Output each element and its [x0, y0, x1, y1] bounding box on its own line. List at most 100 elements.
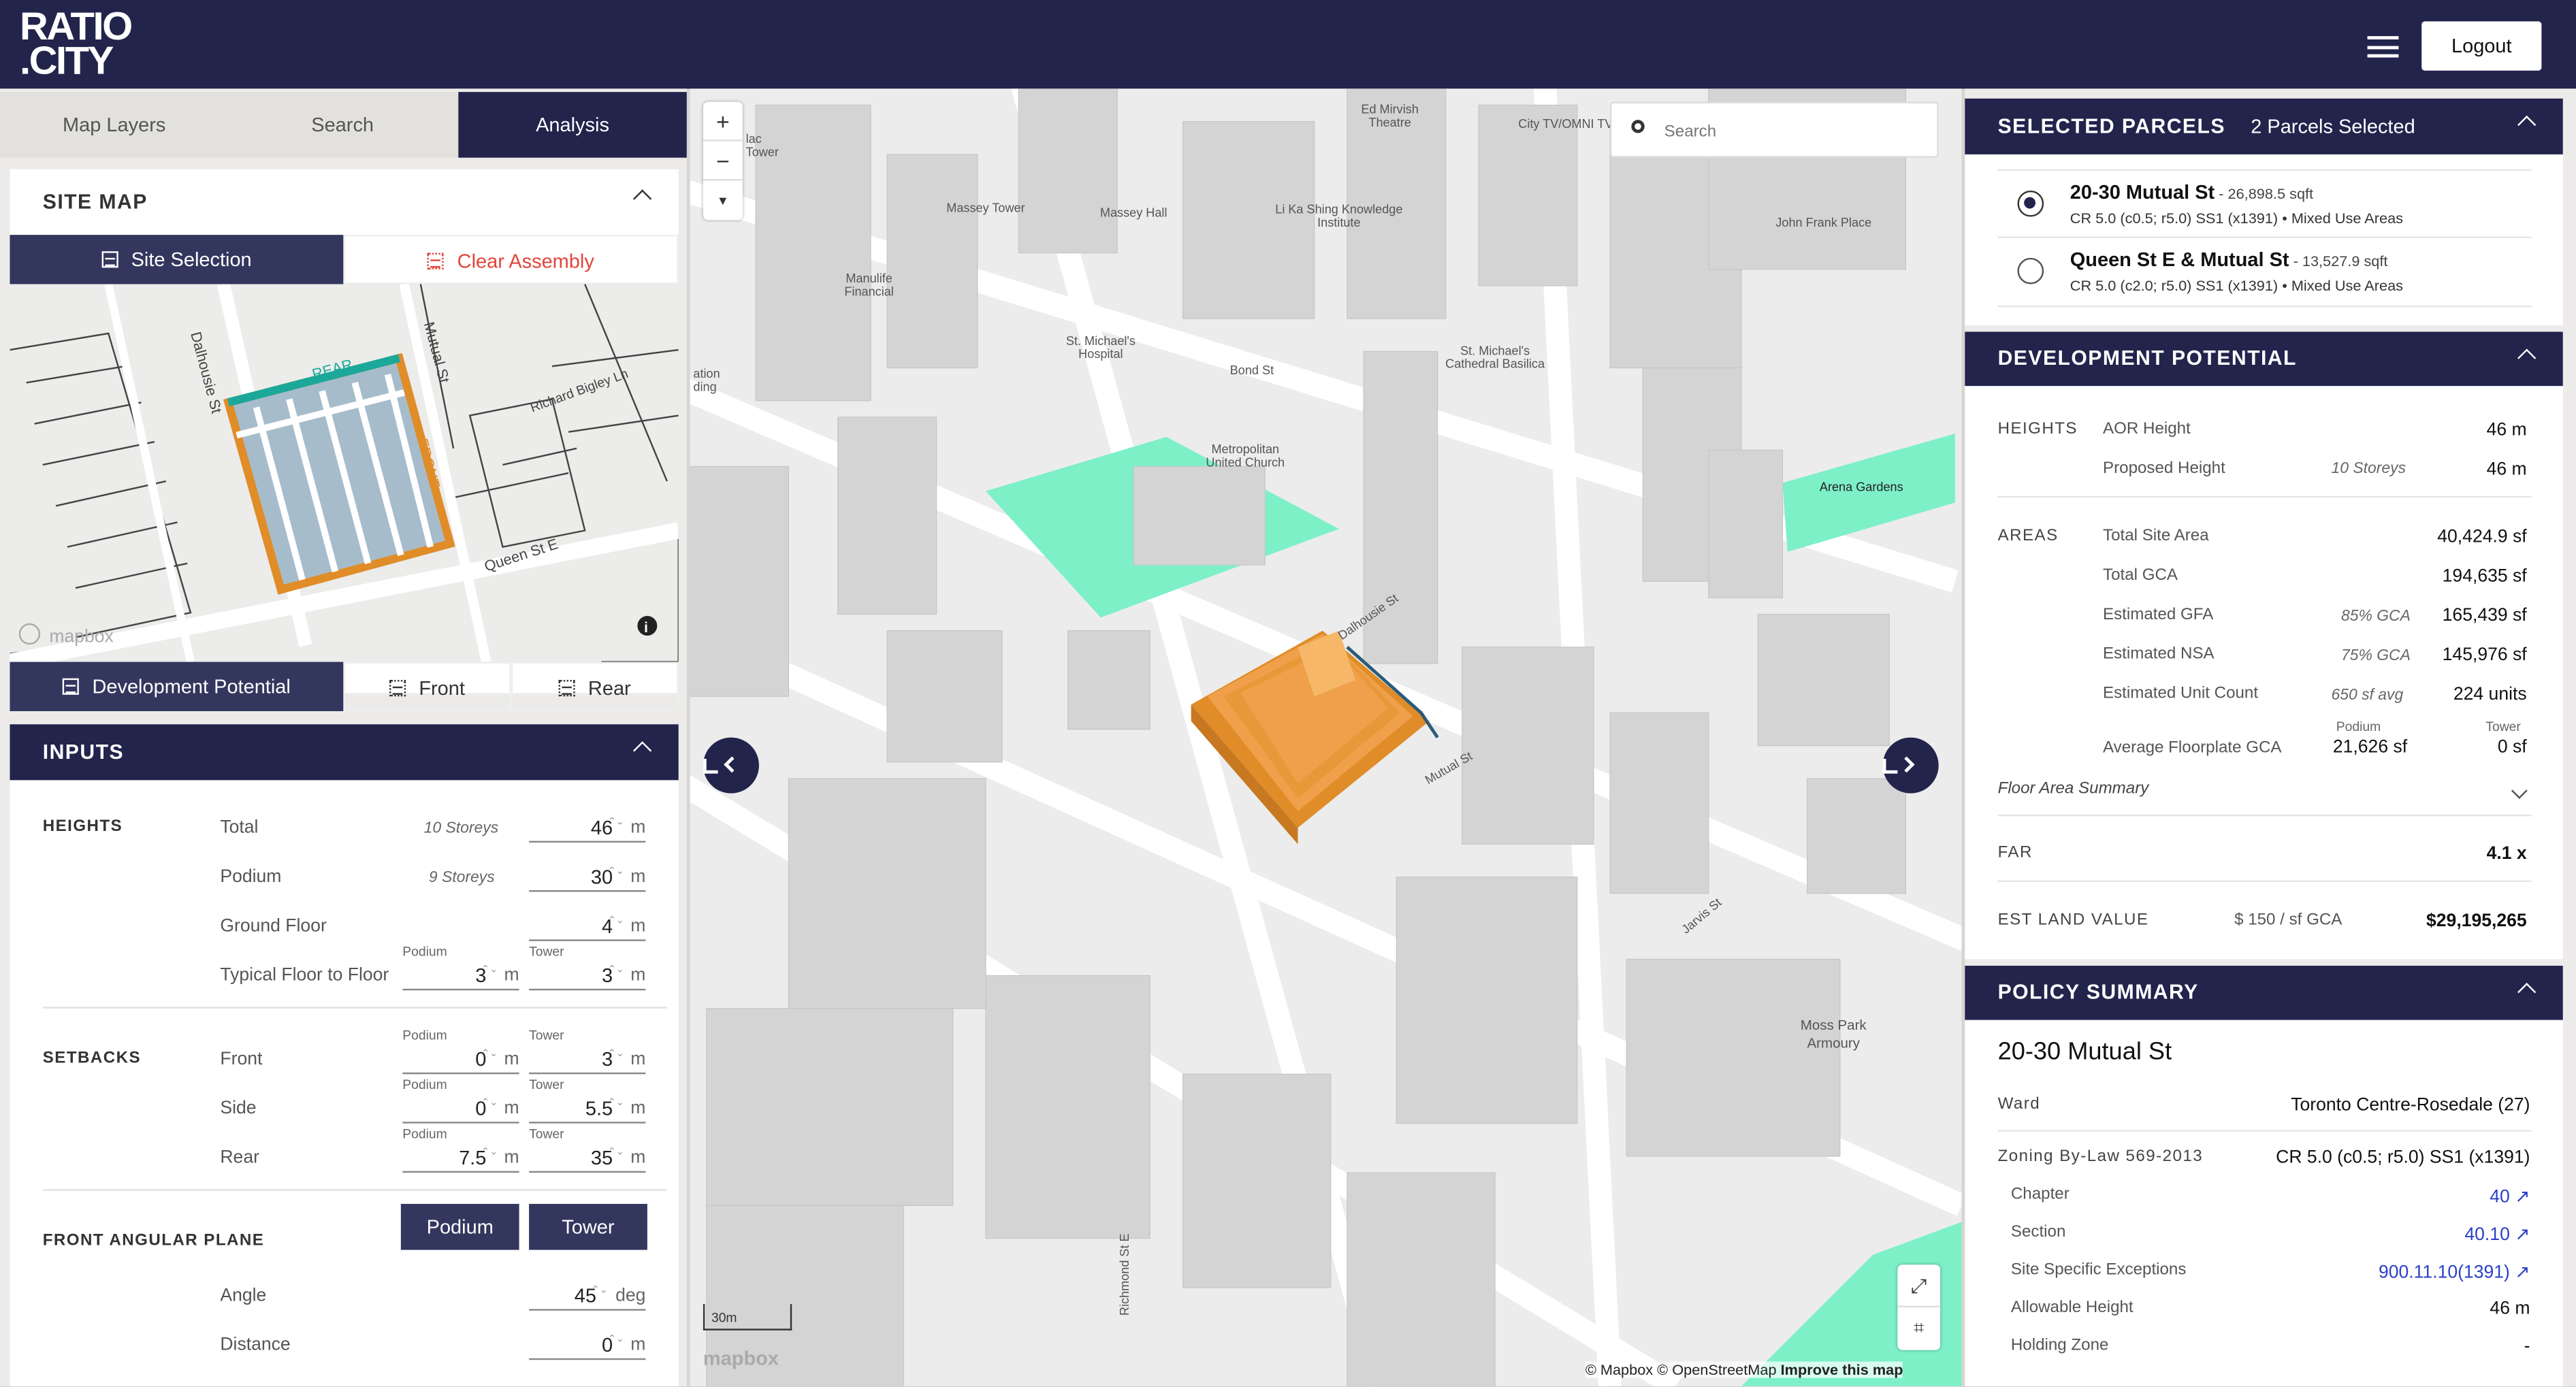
holding-zone-label: Holding Zone	[2010, 1337, 2109, 1355]
development-potential-card: DEVELOPMENT POTENTIAL HEIGHTS AOR Height…	[1965, 331, 2563, 960]
clear-assembly-button[interactable]: Clear Assembly	[343, 235, 679, 284]
angle-input[interactable]: 45 ⌃⌄ deg	[529, 1281, 646, 1311]
next-arrow-button[interactable]	[1882, 737, 1939, 794]
chapter-link[interactable]: 40 ↗	[2490, 1186, 2530, 1207]
chevron-up-icon[interactable]	[2517, 115, 2537, 135]
setback-front-tower-input[interactable]: 3 ⌃⌄ m	[529, 1045, 646, 1075]
setback-rear-label: Rear	[220, 1147, 259, 1168]
compass-icon[interactable]: ▾	[703, 180, 743, 220]
floor-area-summary-toggle[interactable]: Floor Area Summary	[1998, 780, 2149, 798]
divider	[1997, 1130, 2532, 1132]
tab-analysis[interactable]: Analysis	[458, 92, 687, 158]
podium-height-input[interactable]: 30 ⌃⌄ m	[529, 862, 646, 892]
tab-search[interactable]: Search	[228, 92, 456, 158]
zoom-in-button[interactable]: +	[703, 102, 743, 142]
front-view-button[interactable]: Front	[343, 662, 511, 711]
parcel-radio-2[interactable]	[2017, 257, 2044, 284]
setback-side-podium-input[interactable]: 0 ⌃⌄ m	[402, 1094, 519, 1124]
chevron-up-icon[interactable]	[632, 741, 652, 760]
typ-tower-input[interactable]: 3 ⌃⌄ m	[529, 961, 646, 991]
sse-link[interactable]: 900.11.10(1391) ↗	[2379, 1261, 2530, 1283]
crop-icon[interactable]: ⌗	[1897, 1307, 1940, 1350]
podium-height-label: Podium	[220, 867, 282, 887]
zoom-out-button[interactable]: −	[703, 142, 743, 181]
setback-front-podium-input[interactable]: 0 ⌃⌄ m	[402, 1045, 519, 1075]
parcel-1-name[interactable]: 20-30 Mutual St - 26,898.5 sqft	[2070, 180, 2313, 203]
divider	[1997, 169, 2532, 171]
improve-map-link[interactable]: Improve this map	[1781, 1362, 1903, 1378]
grid-icon	[101, 251, 118, 268]
building-icon	[63, 678, 80, 695]
setbacks-group-label: SETBACKS	[42, 1049, 142, 1068]
divider	[1997, 814, 2532, 817]
map-label: Richmond St E	[1117, 1233, 1132, 1316]
typical-floor-label: Typical Floor to Floor	[220, 966, 389, 985]
prev-arrow-button[interactable]	[703, 737, 759, 794]
proposed-height-value: 46 m	[2486, 459, 2527, 480]
fap-tower-button[interactable]: Tower	[529, 1203, 647, 1250]
setback-rear-podium-input[interactable]: 7.5 ⌃⌄ m	[402, 1143, 519, 1173]
setback-rear-podium-label: Podium	[402, 1126, 447, 1142]
map-label: St. Michael's Hospital	[1065, 333, 1136, 361]
setback-side-tower-input[interactable]: 5.5 ⌃⌄ m	[529, 1094, 646, 1124]
ratio-city-logo[interactable]: RATIO .CITY	[20, 7, 133, 82]
allowable-height-value: 46 m	[2490, 1299, 2530, 1319]
tab-map-layers[interactable]: Map Layers	[0, 92, 228, 158]
policy-summary-header[interactable]: POLICY SUMMARY	[1965, 966, 2563, 1020]
chevron-down-icon[interactable]	[2511, 783, 2528, 799]
left-panel: Map Layers Search Analysis SITE MAP Site…	[0, 88, 687, 1386]
map-3d-view[interactable]: Ed Mirvish Theatre City TV/OMNI TV Masse…	[690, 88, 1962, 1386]
map-label: Metropolitan United Church	[1206, 442, 1285, 470]
nsa-label: Estimated NSA	[2103, 645, 2215, 664]
ground-floor-label: Ground Floor	[220, 916, 327, 936]
selected-parcels-header[interactable]: SELECTED PARCELS 2 Parcels Selected	[1965, 98, 2563, 154]
dev-potential-header[interactable]: DEVELOPMENT POTENTIAL	[1965, 331, 2563, 387]
development-potential-button[interactable]: Development Potential	[10, 662, 344, 711]
distance-input[interactable]: 0 ⌃⌄ m	[529, 1331, 646, 1360]
chevron-left-icon	[724, 756, 741, 773]
map-scale: 30m	[703, 1304, 792, 1331]
site-selection-button[interactable]: Site Selection	[10, 235, 344, 284]
map-label: Li Ka Shing Knowledge Institute	[1275, 201, 1403, 230]
fullscreen-icon[interactable]: ⤢	[1897, 1264, 1941, 1307]
angle-label: Angle	[220, 1286, 267, 1306]
chevron-up-icon[interactable]	[2517, 348, 2537, 368]
policy-parcel-name: 20-30 Mutual St	[1997, 1038, 2172, 1066]
nsa-value: 145,976 sf	[2442, 645, 2527, 666]
chevron-up-icon[interactable]	[2517, 982, 2537, 1002]
nsa-pct: 75% GCA	[2340, 647, 2411, 666]
total-height-input[interactable]: 46 ⌃⌄ m	[529, 813, 646, 843]
setback-front-tower-label: Tower	[529, 1028, 564, 1043]
inputs-header[interactable]: INPUTS	[10, 724, 679, 781]
total-site-area-value: 40,424.9 sf	[2437, 527, 2527, 547]
parcel-2-zoning: CR 5.0 (c2.0; r5.0) SS1 (x1391) • Mixed …	[2070, 277, 2404, 294]
hamburger-icon[interactable]	[2367, 36, 2399, 58]
map-label: Moss Park Armoury	[1800, 1016, 1867, 1051]
typ-tower-label: Tower	[529, 944, 564, 960]
fap-podium-button[interactable]: Podium	[400, 1203, 519, 1250]
zoning-bylaw-value: CR 5.0 (c0.5; r5.0) SS1 (x1391)	[2276, 1147, 2530, 1168]
aor-height-value: 46 m	[2486, 420, 2527, 440]
parcel-2-name[interactable]: Queen St E & Mutual St - 13,527.9 sqft	[2070, 248, 2388, 271]
logout-button[interactable]: Logout	[2421, 21, 2542, 71]
rear-view-button[interactable]: Rear	[511, 662, 679, 711]
right-panel: SELECTED PARCELS 2 Parcels Selected 20-30…	[1965, 88, 2576, 1386]
map-search-input[interactable]	[1664, 116, 1911, 146]
chevron-up-icon[interactable]	[632, 189, 652, 208]
typ-podium-label: Podium	[402, 944, 447, 960]
site-minimap[interactable]: REAR FRONT Dalhousie St Mutual St Richar…	[10, 284, 679, 662]
map-label: Massey Hall	[1099, 205, 1168, 221]
map-search-box[interactable]	[1610, 101, 1939, 158]
fap-group-label: FRONT ANGULAR PLANE	[42, 1231, 265, 1250]
site-map-header[interactable]: SITE MAP	[10, 169, 678, 235]
typ-podium-input[interactable]: 3 ⌃⌄ m	[402, 961, 519, 991]
ground-floor-input[interactable]: 4 ⌃⌄ m	[529, 911, 646, 941]
inputs-card: INPUTS HEIGHTS Total 10 Storeys 46 ⌃⌄ m Po…	[10, 724, 679, 1386]
unit-count-value: 224 units	[2453, 685, 2527, 705]
parcel-radio-1[interactable]	[2017, 190, 2044, 217]
svg-text:i: i	[644, 619, 648, 636]
setback-side-tower-label: Tower	[529, 1077, 564, 1092]
section-link[interactable]: 40.10 ↗	[2464, 1224, 2530, 1245]
setback-rear-tower-input[interactable]: 35 ⌃⌄ m	[529, 1143, 646, 1173]
dev-heights-label: HEIGHTS	[1997, 420, 2078, 439]
